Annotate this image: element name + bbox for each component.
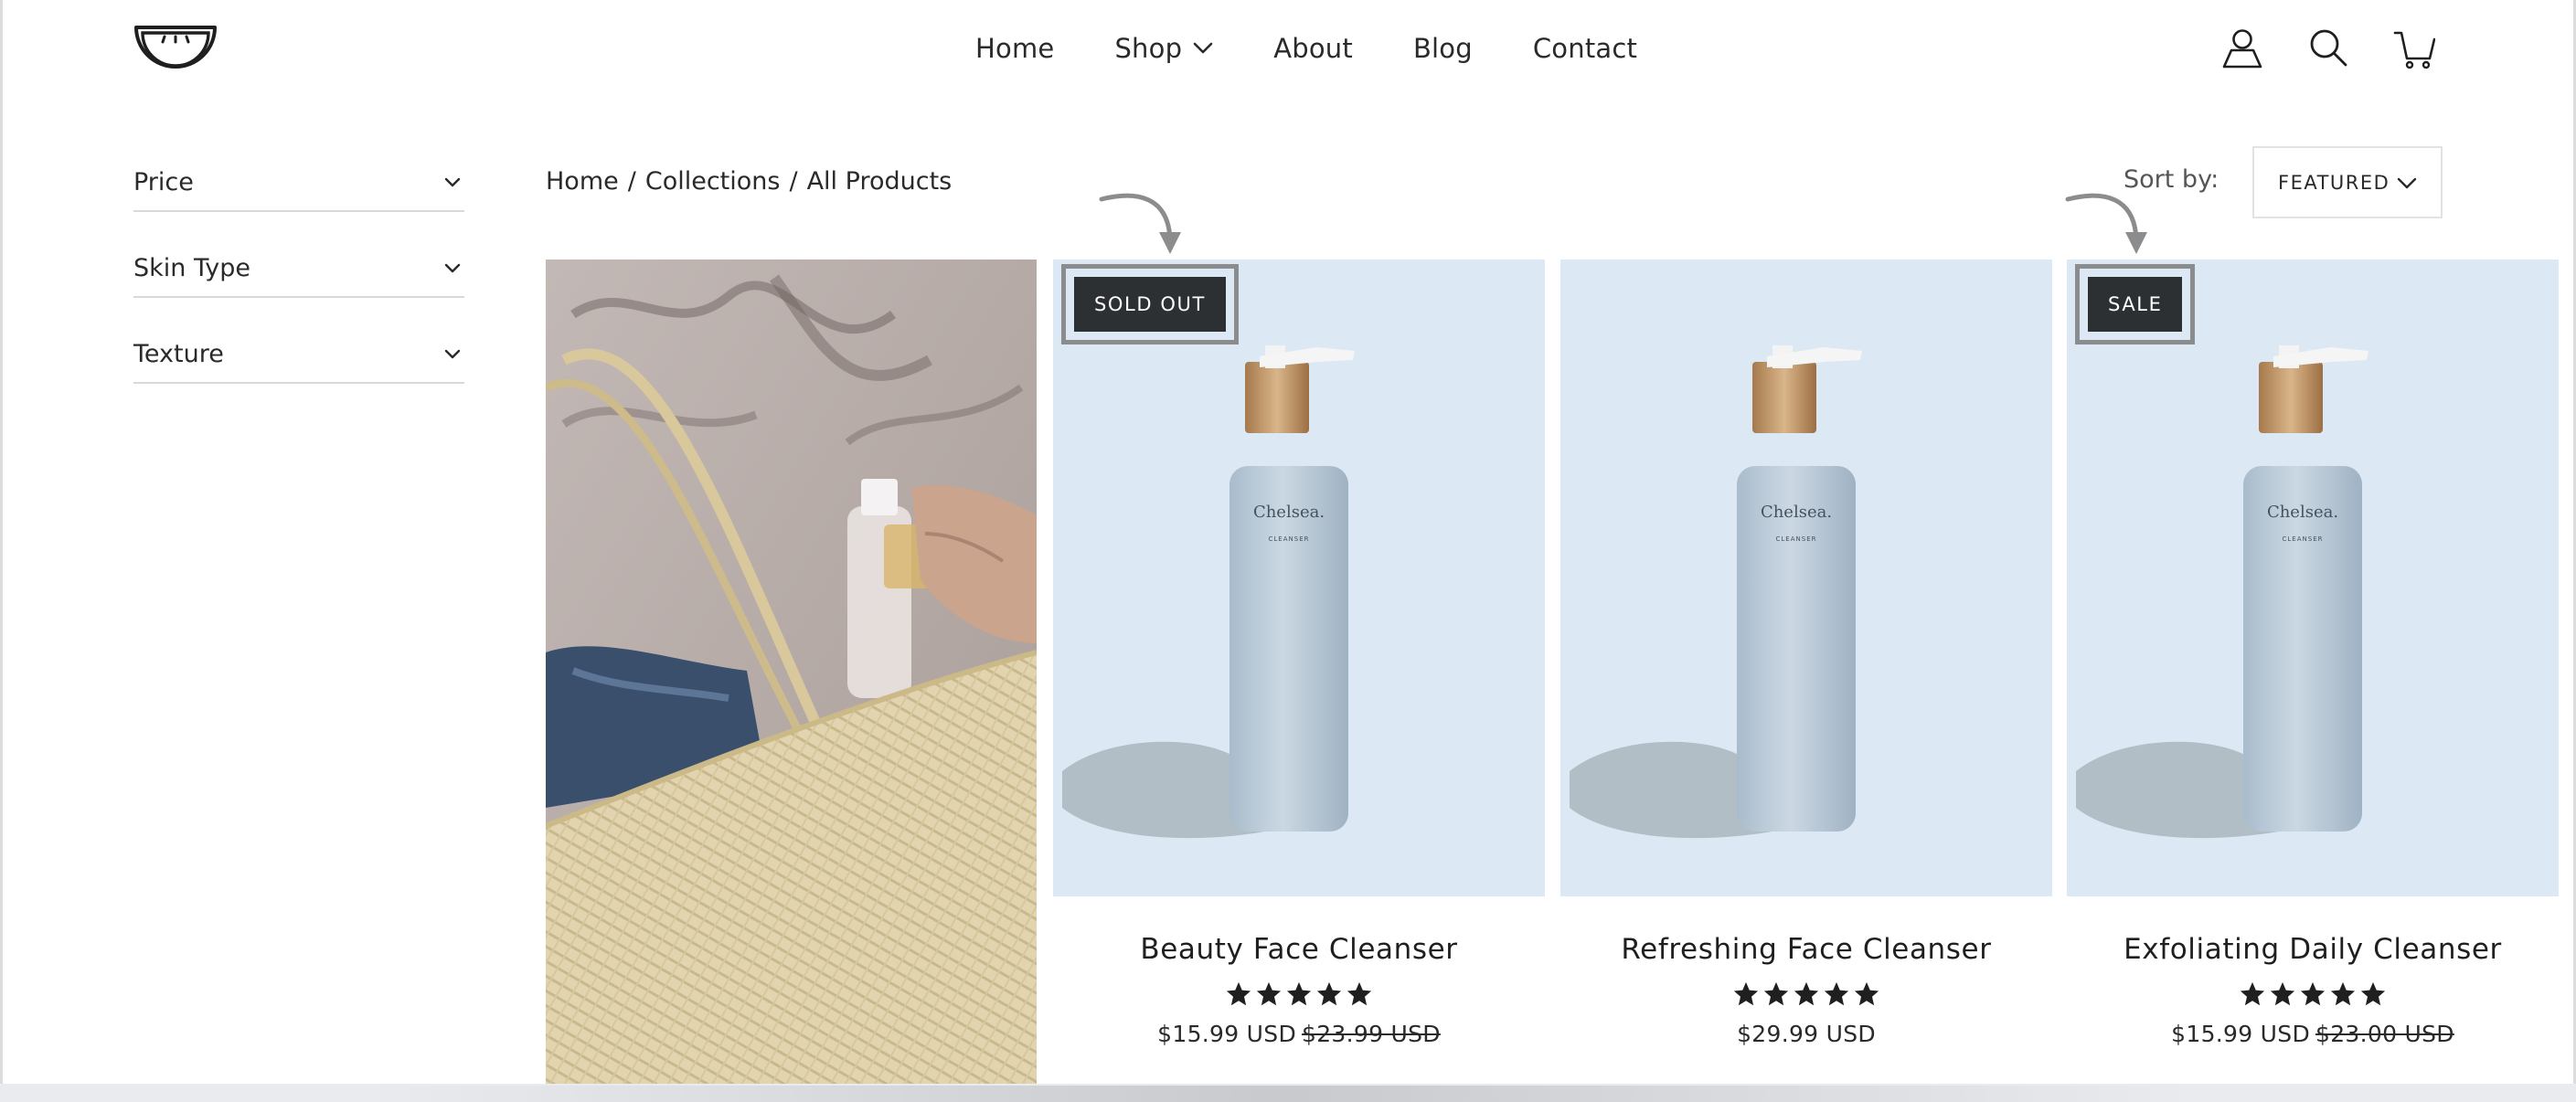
breadcrumb-separator: / — [789, 167, 798, 196]
star-icon — [2330, 981, 2356, 1006]
filter-price[interactable]: Price — [133, 155, 464, 212]
star-icon — [1733, 981, 1759, 1006]
product-price: $15.99 USD $23.00 USD — [2067, 1021, 2559, 1047]
star-icon — [1794, 981, 1819, 1006]
bottle-brand-text: Chelsea. — [1253, 503, 1325, 522]
product-card[interactable]: Chelsea. CLEANSER SOLD OUT Beauty Face C… — [1053, 260, 1545, 1047]
nav-blog-label: Blog — [1412, 33, 1473, 64]
filter-skin-type[interactable]: Skin Type — [133, 212, 464, 298]
star-icon — [2240, 981, 2265, 1006]
badge-annotation-box: SOLD OUT — [1061, 264, 1239, 344]
bottle-brand-text: Chelsea. — [1761, 503, 1832, 522]
sold-out-badge: SOLD OUT — [1074, 277, 1226, 332]
breadcrumb-home[interactable]: Home — [546, 167, 619, 196]
cart-icon[interactable] — [2393, 27, 2435, 69]
rating-stars — [1560, 980, 2052, 1008]
filter-texture[interactable]: Texture — [133, 298, 464, 384]
cleanser-bottle-illustration: Chelsea. CLEANSER — [1570, 345, 1862, 839]
search-icon[interactable] — [2307, 27, 2349, 69]
rating-stars — [2067, 980, 2559, 1008]
chevron-down-icon — [2397, 177, 2417, 189]
star-icon — [2360, 981, 2386, 1006]
filter-label: Price — [133, 168, 194, 196]
price-current: $15.99 USD — [1157, 1021, 1296, 1047]
bottle-type-text: CLEANSER — [1269, 535, 1310, 543]
nav-contact-label: Contact — [1532, 33, 1638, 64]
account-icon[interactable] — [2221, 27, 2263, 69]
header-actions — [2221, 27, 2435, 69]
nav-contact[interactable]: Contact — [1533, 33, 1637, 64]
badge-annotation-box: SALE — [2075, 264, 2196, 344]
bottle-brand-text: Chelsea. — [2267, 503, 2338, 522]
rating-stars — [1053, 980, 1545, 1008]
nav-home[interactable]: Home — [975, 33, 1054, 64]
product-price: $15.99 USD $23.99 USD — [1053, 1021, 1545, 1047]
filter-sidebar: Price Skin Type Texture — [133, 155, 464, 384]
product-price: $29.99 USD — [1560, 1021, 2052, 1047]
product-image[interactable]: Chelsea. CLEANSER SOLD OUT — [1053, 260, 1545, 896]
nav-about-label: About — [1273, 33, 1353, 64]
price-compare: $23.00 USD — [2315, 1021, 2454, 1047]
main-nav: Home Shop About Blog Contact — [975, 33, 1637, 64]
bottle-type-text: CLEANSER — [2283, 535, 2324, 543]
breadcrumb-current: All Products — [806, 167, 953, 196]
star-icon — [2270, 981, 2295, 1006]
product-image[interactable]: Chelsea. CLEANSER SALE — [2067, 260, 2559, 896]
filter-label: Texture — [133, 340, 224, 368]
nav-shop-label: Shop — [1114, 33, 1183, 64]
promo-lifestyle-image — [546, 260, 1037, 1084]
page-border — [0, 0, 3, 1102]
chevron-down-icon — [1193, 42, 1213, 54]
star-icon — [1256, 981, 1282, 1006]
sort-value: FEATURED — [2278, 171, 2390, 194]
bottle-type-text: CLEANSER — [1776, 535, 1817, 543]
scroll-shadow — [366, 1086, 2194, 1102]
star-icon — [1763, 981, 1789, 1006]
star-icon — [1226, 981, 1251, 1006]
cleanser-bottle-illustration: Chelsea. CLEANSER — [2076, 345, 2368, 839]
annotation-arrow-icon — [1099, 193, 1181, 254]
product-card[interactable]: Chelsea. CLEANSER SALE Exfoliating Daily… — [2067, 260, 2559, 1047]
star-icon — [1347, 981, 1372, 1006]
product-title[interactable]: Beauty Face Cleanser — [1053, 933, 1545, 966]
bag-photo-illustration — [546, 260, 1037, 1084]
price-current: $15.99 USD — [2171, 1021, 2310, 1047]
nav-home-label: Home — [975, 33, 1055, 64]
product-image[interactable]: Chelsea. CLEANSER — [1560, 260, 2052, 896]
price-current: $29.99 USD — [1737, 1021, 1876, 1047]
nav-shop[interactable]: Shop — [1114, 33, 1213, 64]
nav-blog[interactable]: Blog — [1413, 33, 1473, 64]
star-icon — [2300, 981, 2326, 1006]
sale-badge: SALE — [2088, 277, 2183, 332]
price-compare: $23.99 USD — [1302, 1021, 1441, 1047]
product-title[interactable]: Refreshing Face Cleanser — [1560, 933, 2052, 966]
star-icon — [1286, 981, 1312, 1006]
breadcrumb: Home / Collections / All Products — [546, 167, 952, 196]
filter-label: Skin Type — [133, 254, 250, 282]
breadcrumb-collections[interactable]: Collections — [645, 167, 781, 196]
annotation-arrow-icon — [2065, 193, 2147, 254]
sort-dropdown[interactable]: FEATURED — [2252, 146, 2443, 218]
star-icon — [1824, 981, 1849, 1006]
chevron-down-icon — [444, 349, 461, 359]
product-card[interactable]: Chelsea. CLEANSER Refreshing Face Cleans… — [1560, 260, 2052, 1047]
star-icon — [1854, 981, 1879, 1006]
breadcrumb-separator: / — [627, 167, 636, 196]
chevron-down-icon — [444, 263, 461, 273]
nav-about[interactable]: About — [1273, 33, 1353, 64]
chevron-down-icon — [444, 177, 461, 187]
star-icon — [1316, 981, 1342, 1006]
cleanser-bottle-illustration: Chelsea. CLEANSER — [1062, 345, 1355, 839]
watermelon-logo-icon[interactable] — [133, 24, 218, 77]
product-title[interactable]: Exfoliating Daily Cleanser — [2067, 933, 2559, 966]
